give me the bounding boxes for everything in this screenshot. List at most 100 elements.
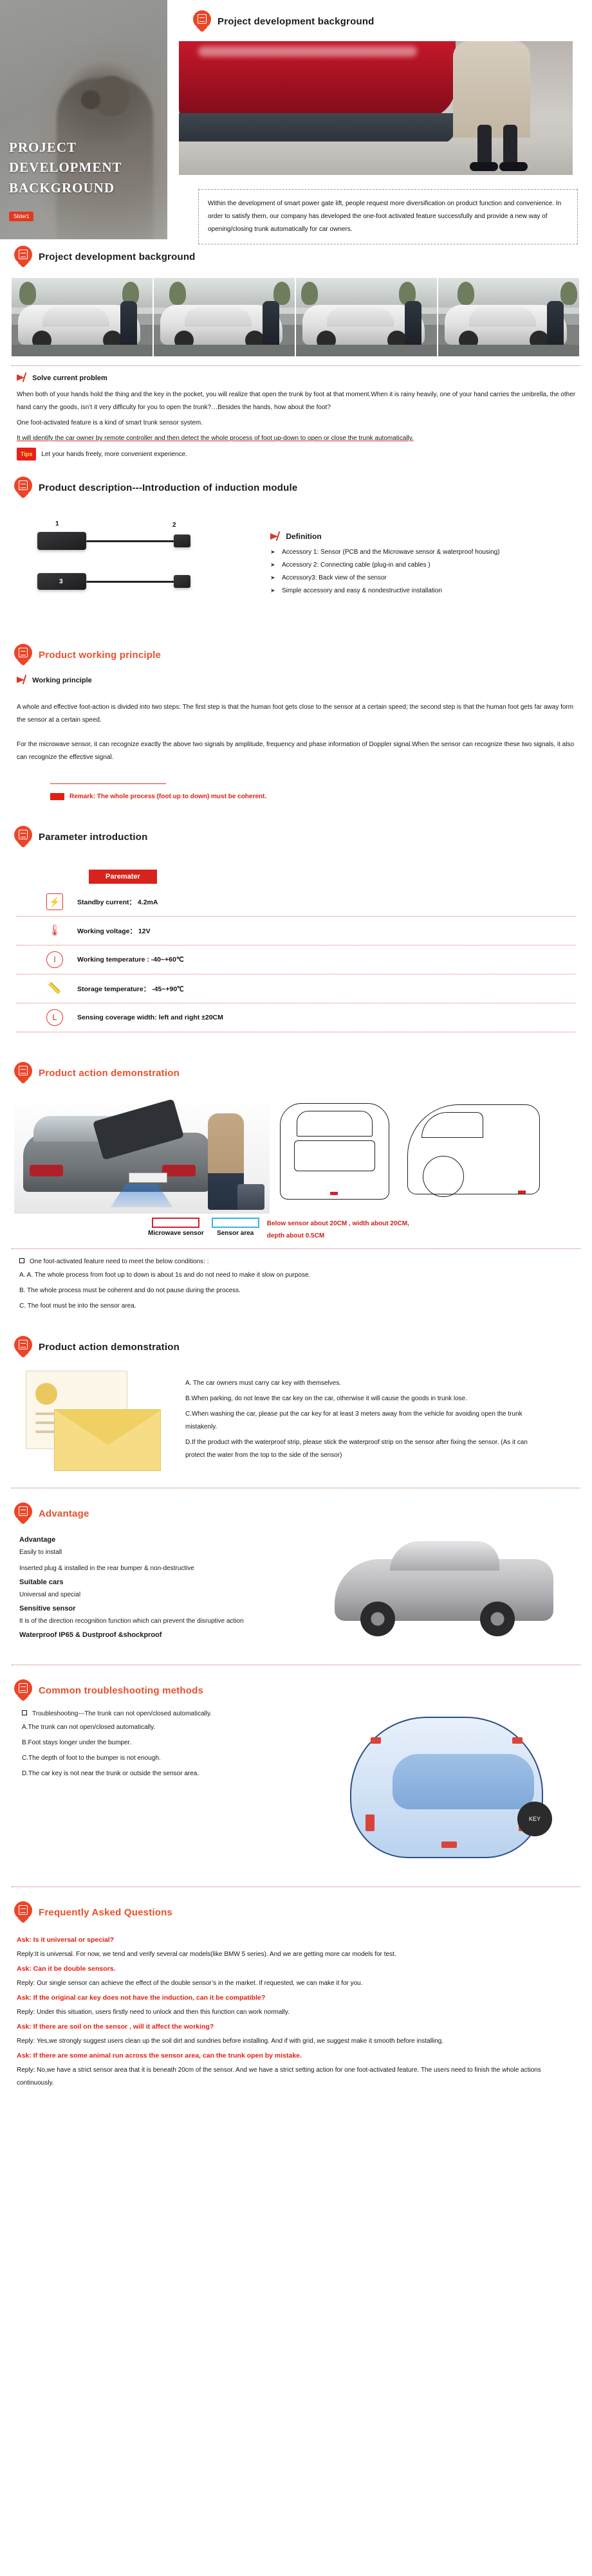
- section-title: Parameter introduction: [39, 831, 148, 843]
- envelope-illustration: [26, 1371, 167, 1474]
- hero-title-line-3: BACKGROUND: [9, 179, 115, 196]
- car-roof-icon: [393, 1754, 534, 1809]
- advantage-heading: Suitable cars: [19, 1578, 64, 1586]
- car-rear-window: [297, 1111, 373, 1137]
- faq-question: Ask: Can it be double sensors.: [17, 1965, 116, 1973]
- parameter-label: Standby current： 4.2mA: [77, 898, 158, 906]
- envelope-icon: [54, 1409, 162, 1471]
- faq-question: Ask: If there are some animal run across…: [17, 2052, 302, 2060]
- key-fob-icon: KEY: [517, 1802, 552, 1836]
- troubleshooting-section: Common troubleshooting methods Troublesh…: [0, 1673, 592, 1883]
- strip-photo-1: [12, 278, 153, 356]
- section-header-parameter: Parameter introduction: [0, 819, 592, 854]
- troubleshooting-row: Troubleshooting---The trunk can not open…: [0, 1708, 592, 1883]
- troubleshooting-item: B.Foot stays longer under the bumper.: [22, 1739, 132, 1746]
- connector-bottom: [174, 575, 190, 588]
- advantage-heading: Sensitive sensor: [19, 1605, 76, 1612]
- parameter-label: Sensing coverage width: left and right ±…: [77, 1014, 223, 1021]
- definition-label: Definition: [286, 532, 322, 541]
- remark-row: Remark: The whole process (foot up to do…: [0, 793, 592, 800]
- background-body: Solve current problem When both of your …: [0, 370, 592, 470]
- condition-item: A. A. The whole process from foot up to …: [19, 1272, 311, 1279]
- faq-list: Ask: Is it universal or special? Reply:I…: [0, 1930, 592, 2108]
- parameter-row: I Working temperature : -40~+60℃: [17, 945, 575, 974]
- product-detail-page: PROJECT DEVELOPMENT BACKGROUND Slide/1 P…: [0, 0, 592, 2108]
- section-title: Advantage: [39, 1508, 89, 1519]
- advantage-row: Advantage Easily to install Inserted plu…: [0, 1531, 592, 1661]
- megaphone-icon: [17, 374, 26, 381]
- working-principle-body: Working principle A whole and effective …: [0, 672, 592, 773]
- definition-heading: Definition: [270, 532, 579, 541]
- troubleshooting-diagram: KEY: [335, 1710, 560, 1871]
- demo-row: [0, 1090, 592, 1218]
- background-section: Project development background Solve cur…: [0, 239, 592, 470]
- section-header-product-description: Product description---Introduction of in…: [0, 470, 592, 505]
- section-header-demo-2: Product action demonstration: [0, 1329, 592, 1364]
- parameter-badge: Paremater: [89, 870, 157, 884]
- legend-swatch-microwave-icon: [152, 1218, 200, 1228]
- location-pin-icon: [14, 1901, 32, 1924]
- legend-note: Below sensor about 20CM , width about 20…: [266, 1220, 409, 1239]
- troubleshooting-heading-text: Troubleshooting---The trunk can not open…: [32, 1710, 212, 1717]
- location-pin-icon: [14, 644, 32, 666]
- car-wheel-outline: [423, 1156, 465, 1197]
- tips-badge: Tips: [17, 448, 37, 461]
- parameter-row: L Sensing coverage width: left and right…: [17, 1003, 575, 1032]
- parameter-row: Storage temperature： -45~+90℃: [17, 974, 575, 1003]
- location-pin-icon: [14, 1679, 32, 1702]
- location-pin-icon: [14, 1336, 32, 1358]
- remark-swatch-icon: [50, 793, 64, 800]
- definition-block: Definition Accessory 1: Sensor (PCB and …: [270, 511, 579, 627]
- working-principle-paragraph-2: For the microwave sensor, it can recogni…: [17, 741, 575, 761]
- location-pin-icon: [193, 10, 211, 33]
- definition-list: Accessory 1: Sensor (PCB and the Microwa…: [270, 546, 579, 598]
- demo2-item: B.When parking, do not leave the car key…: [185, 1395, 468, 1402]
- remark-divider: [50, 783, 166, 784]
- advantage-text: Advantage Easily to install Inserted plu…: [19, 1533, 328, 1649]
- working-principle-section: Product working principle Working princi…: [0, 637, 592, 800]
- sensor-module-top: [37, 532, 86, 550]
- faq-question: Ask: If there are soil on the sensor , w…: [17, 2023, 214, 2031]
- faq-answer: Reply: Under this situation, users first…: [17, 2009, 290, 2016]
- megaphone-icon: [270, 533, 280, 540]
- location-pin-icon: [14, 826, 32, 848]
- solve-problem-heading: Solve current problem: [17, 374, 578, 382]
- background-paragraph-2: One foot-activated feature is a kind of …: [17, 419, 203, 426]
- troubleshooting-item: D.The car key is not near the trunk or o…: [22, 1770, 199, 1777]
- slide-number-badge: Slide/1: [9, 212, 34, 221]
- demo-line-drawings: [273, 1094, 580, 1214]
- parameter-table: Paremater Standby current： 4.2mA Working…: [0, 854, 592, 1044]
- strip-photo-3: [296, 278, 437, 356]
- faq-answer: Reply: No,we have a strict sensor area t…: [17, 2067, 541, 2087]
- conditions-heading-text: One foot-activated feature need to meet …: [30, 1258, 209, 1265]
- demo2-item: D.If the product with the waterproof str…: [185, 1439, 528, 1459]
- car-top-view-icon: [350, 1717, 543, 1858]
- conditions-block: One foot-activated feature need to meet …: [0, 1253, 592, 1323]
- background-paragraph-1: When both of your hands hold the thing a…: [17, 391, 576, 411]
- hero-title-line-2: DEVELOPMENT: [9, 160, 122, 175]
- strip-photo-2: [154, 278, 295, 356]
- section-title: Project development background: [217, 15, 375, 27]
- location-pin-icon: [14, 477, 32, 499]
- demo2-row: A. The car owners must carry car key wit…: [0, 1364, 592, 1484]
- hero-section: PROJECT DEVELOPMENT BACKGROUND Slide/1 P…: [0, 0, 592, 244]
- legend-item-microwave: Microwave sensor: [148, 1218, 204, 1237]
- troubleshooting-heading: Troubleshooting---The trunk can not open…: [22, 1710, 324, 1717]
- section-header-working-principle: Product working principle: [0, 637, 592, 672]
- parameter-label: Working voltage： 12V: [77, 927, 151, 935]
- working-principle-heading: Working principle: [17, 676, 578, 684]
- hero-title-line-1: PROJECT: [9, 139, 77, 155]
- section-header-faq: Frequently Asked Questions: [0, 1895, 592, 1930]
- faq-answer: Reply:It is universal. For now, we tend …: [17, 1951, 396, 1958]
- demo2-item: A. The car owners must carry car key wit…: [185, 1380, 342, 1387]
- legend-item-sensor-area: Sensor area: [211, 1218, 259, 1237]
- checkbox-icon: [22, 1710, 27, 1715]
- car-rear-lid: [294, 1140, 376, 1171]
- advantage-heading: Waterproof IP65 & Dustproof &shockproof: [19, 1631, 162, 1639]
- temperature-icon: I: [46, 951, 63, 968]
- advantage-car-photo: [328, 1533, 566, 1649]
- section-header-troubleshooting: Common troubleshooting methods: [0, 1673, 592, 1708]
- product-description-section: Product description---Introduction of in…: [0, 470, 592, 637]
- callout-1: 1: [55, 520, 59, 527]
- location-pin-icon: [14, 1062, 32, 1084]
